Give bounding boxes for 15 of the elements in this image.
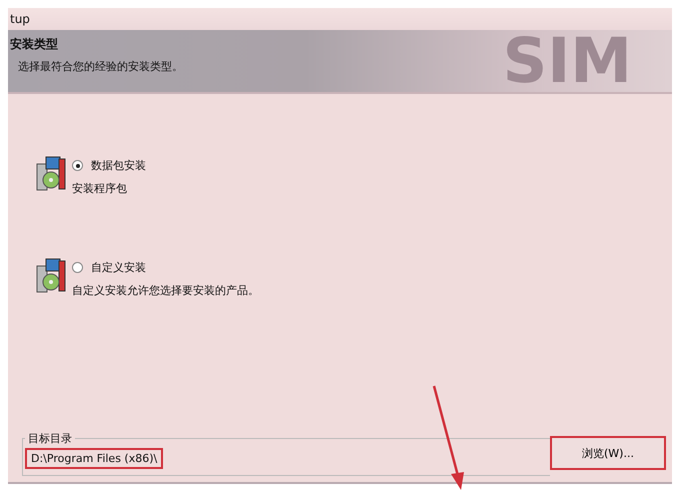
- window-title: tup: [10, 12, 30, 26]
- browse-button[interactable]: 浏览(W)...: [550, 436, 666, 470]
- radio-option[interactable]: 自定义安装: [72, 260, 259, 275]
- installer-icon: [36, 258, 66, 294]
- logo-text: SIM: [502, 31, 632, 91]
- option-description: 自定义安装允许您选择要安装的产品。: [72, 283, 259, 298]
- radio-option[interactable]: 数据包安装: [72, 158, 146, 173]
- option-description: 安装程序包: [72, 181, 128, 196]
- header-subtitle: 选择最符合您的经验的安装类型。: [17, 59, 183, 74]
- header-title: 安装类型: [10, 36, 59, 53]
- radio-button[interactable]: [72, 160, 83, 171]
- radio-button[interactable]: [72, 262, 83, 273]
- group-legend: 目标目录: [25, 431, 75, 446]
- path-text: D:\Program Files (x86)\: [25, 448, 164, 469]
- installer-icon: [36, 156, 66, 192]
